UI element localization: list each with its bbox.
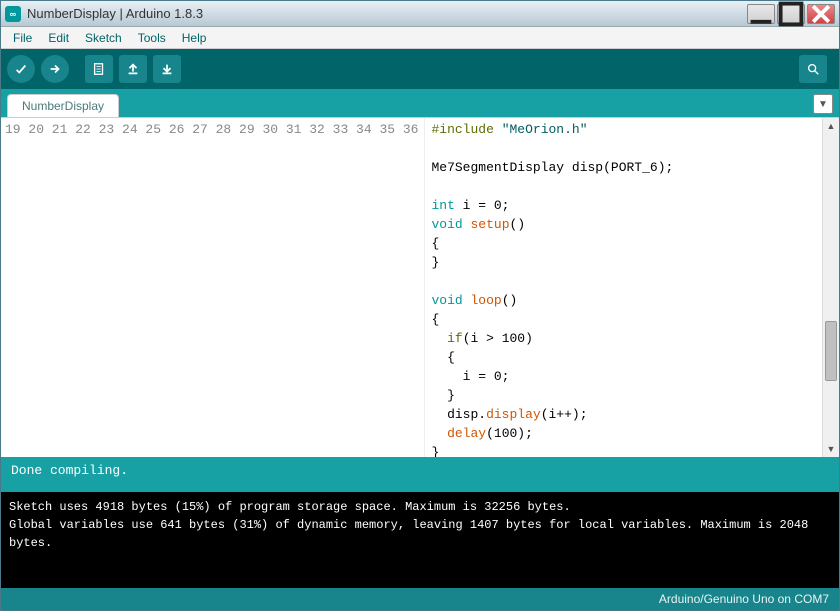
menu-tools[interactable]: Tools bbox=[130, 29, 174, 47]
open-sketch-button[interactable] bbox=[119, 55, 147, 83]
output-console[interactable]: Sketch uses 4918 bytes (15%) of program … bbox=[1, 492, 839, 588]
board-port-label: Arduino/Genuino Uno on COM7 bbox=[659, 592, 829, 606]
toolbar bbox=[1, 49, 839, 89]
window-titlebar: ∞ NumberDisplay | Arduino 1.8.3 bbox=[1, 1, 839, 27]
tab-bar: NumberDisplay ▼ bbox=[1, 89, 839, 117]
upload-button[interactable] bbox=[41, 55, 69, 83]
menu-sketch[interactable]: Sketch bbox=[77, 29, 130, 47]
scrollbar-thumb[interactable] bbox=[825, 321, 837, 381]
menu-help[interactable]: Help bbox=[174, 29, 215, 47]
maximize-button[interactable] bbox=[777, 4, 805, 24]
footer-bar: Arduino/Genuino Uno on COM7 bbox=[1, 588, 839, 610]
code-area[interactable]: #include "MeOrion.h" Me7SegmentDisplay d… bbox=[425, 118, 822, 457]
window-title: NumberDisplay | Arduino 1.8.3 bbox=[27, 6, 747, 21]
scroll-up-icon[interactable]: ▲ bbox=[823, 118, 839, 134]
serial-monitor-button[interactable] bbox=[799, 55, 827, 83]
menu-edit[interactable]: Edit bbox=[40, 29, 77, 47]
console-line: Global variables use 641 bytes (31%) of … bbox=[9, 516, 831, 552]
compile-status: Done compiling. bbox=[1, 457, 839, 492]
editor-scrollbar[interactable]: ▲ ▼ bbox=[822, 118, 839, 457]
menubar: File Edit Sketch Tools Help bbox=[1, 27, 839, 49]
code-editor[interactable]: 19 20 21 22 23 24 25 26 27 28 29 30 31 3… bbox=[1, 117, 839, 457]
minimize-button[interactable] bbox=[747, 4, 775, 24]
new-sketch-button[interactable] bbox=[85, 55, 113, 83]
close-button[interactable] bbox=[807, 4, 835, 24]
compile-status-text: Done compiling. bbox=[11, 463, 128, 478]
console-line: Sketch uses 4918 bytes (15%) of program … bbox=[9, 498, 831, 516]
menu-file[interactable]: File bbox=[5, 29, 40, 47]
tab-numberdisplay[interactable]: NumberDisplay bbox=[7, 94, 119, 117]
line-number-gutter: 19 20 21 22 23 24 25 26 27 28 29 30 31 3… bbox=[1, 118, 425, 457]
tab-menu-button[interactable]: ▼ bbox=[813, 94, 833, 114]
arduino-logo-icon: ∞ bbox=[5, 6, 21, 22]
verify-button[interactable] bbox=[7, 55, 35, 83]
save-sketch-button[interactable] bbox=[153, 55, 181, 83]
scroll-down-icon[interactable]: ▼ bbox=[823, 441, 839, 457]
